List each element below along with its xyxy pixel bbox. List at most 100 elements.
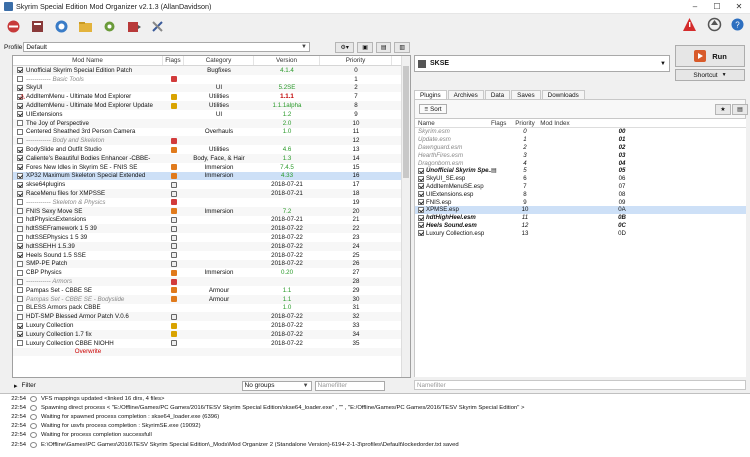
install-mod-icon[interactable]: [4, 17, 22, 35]
plugin-row[interactable]: AddItemMenuSE.esp 7 07: [415, 183, 746, 191]
mod-row[interactable]: XP32 Maximum Skeleton Special Extended Im…: [13, 171, 410, 181]
plugin-row[interactable]: HearthFires.esm 3 03: [415, 151, 746, 159]
plugin-row[interactable]: Unofficial Skyrim Spe... ▤ 5 05: [415, 167, 746, 175]
mod-checkbox[interactable]: [17, 313, 23, 320]
mod-row[interactable]: ------------ Skeleton & Physics 19: [13, 198, 410, 207]
mod-checkbox[interactable]: [17, 304, 23, 311]
mod-row[interactable]: ------------ Basic Tools 1: [13, 75, 410, 84]
mod-checkbox[interactable]: [17, 120, 23, 127]
settings-icon[interactable]: [100, 17, 118, 35]
maximize-button[interactable]: ☐: [706, 0, 728, 14]
mod-row[interactable]: Luxury Collection 2018-07-22 33: [13, 321, 410, 330]
mod-row[interactable]: SkyUI UI 5.2SE 2: [13, 83, 410, 93]
plugin-checkbox[interactable]: [418, 214, 424, 221]
plugin-checkbox[interactable]: [418, 199, 424, 206]
mod-checkbox[interactable]: [17, 76, 23, 83]
plugin-star-icon[interactable]: ★: [715, 104, 731, 115]
mod-row[interactable]: hdtPhysicsExtensions 2018-07-21 21: [13, 216, 410, 225]
plugin-row[interactable]: XPMSE.esp 10 0A: [415, 205, 746, 214]
plugin-row[interactable]: Dragonborn.esm 4 04: [415, 159, 746, 167]
mod-row[interactable]: Heels Sound 1.5 SSE 2018-07-22 25: [13, 251, 410, 260]
mod-checkbox[interactable]: [17, 102, 23, 109]
mod-row[interactable]: Caliente's Beautiful Bodies Enhancer -CB…: [13, 153, 410, 163]
create-backup-icon[interactable]: ▤: [375, 41, 392, 53]
help-icon[interactable]: ?: [728, 15, 746, 33]
mod-row[interactable]: HDT-SMP Blessed Armor Patch V.0.6 2018-07…: [13, 312, 410, 322]
plugin-row[interactable]: Luxury Collection.esp 13 0D: [415, 229, 746, 237]
plugin-checkbox[interactable]: [418, 175, 424, 182]
mod-checkbox[interactable]: [17, 243, 23, 250]
mod-row[interactable]: FNIS Sexy Move SE Immersion 7.2 20: [13, 206, 410, 216]
mod-checkbox[interactable]: [17, 278, 23, 285]
mod-checkbox[interactable]: [17, 190, 23, 197]
header-plugin-name[interactable]: Name: [415, 120, 491, 127]
header-version[interactable]: Version: [254, 56, 320, 65]
mod-checkbox[interactable]: [17, 340, 23, 347]
problems-warning-icon[interactable]: [680, 15, 698, 33]
mod-checkbox[interactable]: [17, 322, 23, 329]
groups-select[interactable]: No groups ▼: [241, 380, 312, 391]
plugin-row[interactable]: UIExtensions.esp 8 08: [415, 190, 746, 198]
minimize-button[interactable]: –: [684, 0, 706, 14]
executables-icon[interactable]: [124, 17, 142, 35]
plugin-checkbox[interactable]: [418, 206, 424, 213]
mod-row[interactable]: Unofficial Skyrim Special Edition Patch B…: [13, 66, 410, 75]
executable-select[interactable]: SKSE ▼: [414, 55, 670, 72]
plugin-row[interactable]: Skyrim.esm 0 00: [415, 128, 746, 136]
header-flags[interactable]: Flags: [163, 56, 184, 65]
profile-select[interactable]: Default ▼: [23, 42, 310, 52]
mod-row[interactable]: UIExtensions UI 1.2 9: [13, 110, 410, 119]
mod-checkbox[interactable]: [17, 296, 23, 303]
tab-archives[interactable]: Archives: [447, 90, 484, 99]
mod-checkbox[interactable]: [17, 137, 23, 144]
mod-row[interactable]: Overwrite: [13, 347, 410, 357]
filter-toggle-icon[interactable]: ▸: [14, 382, 18, 390]
mod-row[interactable]: Luxury Collection CBBE NIOHH 2018-07-22 35: [13, 339, 410, 348]
mod-row[interactable]: Pampas Set - CBBE SE - Bodyslide Armour 1.…: [13, 294, 410, 304]
mod-row[interactable]: The Joy of Perspective 2.0 10: [13, 118, 410, 128]
mod-row[interactable]: BodySlide and Outfit Studio Utilities 4.6 1…: [13, 145, 410, 154]
profiles-icon[interactable]: [28, 17, 46, 35]
scrollbar-thumb[interactable]: [403, 66, 409, 178]
mod-row[interactable]: hdtSSEPhysics 1 5 39 2018-07-22 23: [13, 233, 410, 242]
mod-row[interactable]: BLESS Armors pack CBBE 1.0 31: [13, 304, 410, 313]
mod-checkbox[interactable]: [17, 84, 23, 91]
plugin-checkbox[interactable]: [418, 230, 424, 237]
tab-data[interactable]: Data: [484, 90, 511, 99]
plugin-backup-icon[interactable]: ▤: [732, 104, 748, 115]
plugin-namefilter-input[interactable]: Namefilter: [414, 380, 746, 390]
mod-row[interactable]: Centered Sheathed 3rd Person Camera Overh…: [13, 128, 410, 137]
header-mod-name[interactable]: Mod Name: [13, 56, 163, 65]
mod-checkbox[interactable]: [17, 67, 23, 74]
export-icon[interactable]: ▥: [394, 41, 410, 53]
mod-checkbox[interactable]: [17, 287, 23, 294]
mod-checkbox[interactable]: [17, 216, 23, 223]
mod-list-scrollbar[interactable]: [401, 56, 410, 377]
mod-row[interactable]: hdtSSEFramework 1 5 39 2018-07-22 22: [13, 224, 410, 234]
mod-row[interactable]: SMP-PE Patch 2018-07-22 26: [13, 259, 410, 269]
tab-downloads[interactable]: Downloads: [541, 90, 585, 99]
header-plugin-priority[interactable]: Priority: [515, 120, 535, 127]
plugin-row[interactable]: Update.esm 1 01: [415, 136, 746, 144]
plugin-row[interactable]: Heels Sound.esm 12 0C: [415, 222, 746, 230]
open-folder-icon[interactable]: [76, 17, 94, 35]
mod-checkbox[interactable]: [17, 111, 23, 118]
mod-checkbox[interactable]: [17, 331, 23, 338]
plugin-checkbox[interactable]: [418, 222, 424, 229]
mod-row[interactable]: hdtSSEHH 1.5.39 2018-07-22 24: [13, 241, 410, 251]
shortcut-button[interactable]: Shortcut ▼: [675, 69, 745, 81]
plugin-row[interactable]: SkyUI_SE.esp 6 06: [415, 175, 746, 183]
mod-row[interactable]: Pampas Set - CBBE SE Armour 1.1 29: [13, 286, 410, 295]
mod-checkbox[interactable]: [17, 199, 23, 206]
mod-checkbox[interactable]: [17, 172, 23, 179]
tools-menu-button[interactable]: ⚙▾: [334, 41, 355, 53]
header-priority[interactable]: Priority: [320, 56, 392, 65]
plugin-list[interactable]: Name Flags Priority Mod Index Skyrim.esm…: [415, 118, 746, 377]
plugin-row[interactable]: FNIS.esp 9 09: [415, 198, 746, 206]
mod-checkbox[interactable]: [17, 146, 23, 153]
plugin-checkbox[interactable]: [418, 183, 424, 190]
mod-checkbox[interactable]: [17, 260, 23, 267]
mod-row[interactable]: Luxury Collection 1.7 fix 2018-07-22 34: [13, 329, 410, 339]
mod-checkbox[interactable]: [17, 208, 23, 215]
run-button[interactable]: Run: [675, 45, 745, 67]
